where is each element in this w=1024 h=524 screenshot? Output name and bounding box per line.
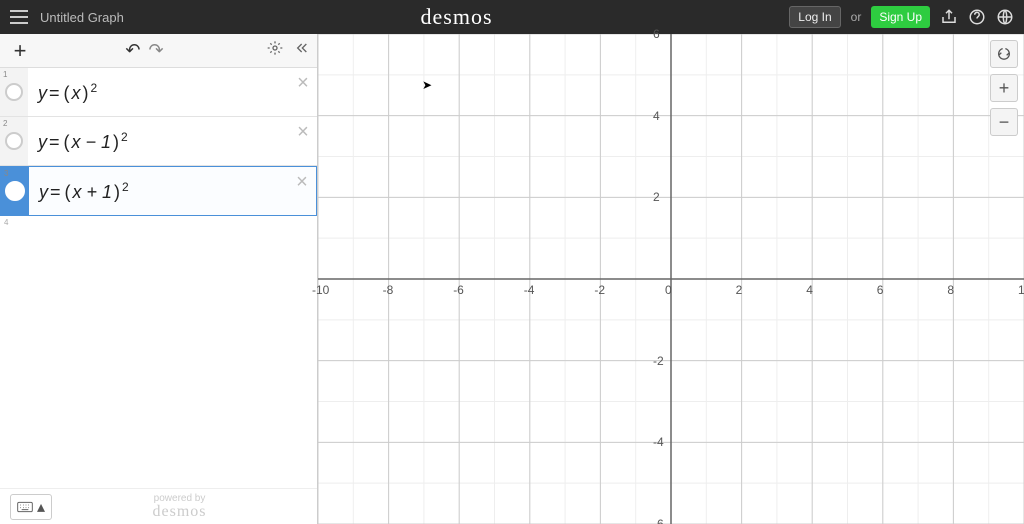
- expression-row[interactable]: 2 y=(x − 1)2 ×: [0, 117, 317, 166]
- powered-by: powered by desmos: [52, 494, 307, 520]
- y-tick-label: 6: [653, 27, 660, 41]
- redo-button[interactable]: ↷: [149, 40, 164, 61]
- y-tick-label: 4: [653, 109, 660, 123]
- graph-settings-button[interactable]: [990, 40, 1018, 68]
- x-tick-label: -2: [594, 283, 605, 297]
- x-tick-label: 6: [877, 283, 884, 297]
- x-tick-label: -4: [524, 283, 535, 297]
- x-tick-label: 4: [806, 283, 813, 297]
- expression-input[interactable]: y=(x)2: [28, 81, 289, 104]
- x-tick-label: -10: [312, 283, 329, 297]
- y-tick-label: -2: [653, 354, 664, 368]
- y-tick-label: -4: [653, 435, 664, 449]
- app-header: Untitled Graph desmos Log In or Sign Up: [0, 0, 1024, 34]
- expression-row[interactable]: 1 y=(x)2 ×: [0, 68, 317, 117]
- delete-expression-icon[interactable]: ×: [288, 171, 316, 194]
- zoom-in-button[interactable]: +: [990, 74, 1018, 102]
- signup-button[interactable]: Sign Up: [871, 6, 930, 28]
- expression-panel: + ↶ ↷ 1 y=(x)2 × 2: [0, 34, 318, 524]
- x-tick-label: 8: [947, 283, 954, 297]
- language-icon[interactable]: [996, 8, 1014, 26]
- keyboard-toggle-button[interactable]: ▴: [10, 494, 52, 520]
- row-index: 4: [0, 216, 317, 229]
- collapse-panel-icon[interactable]: [293, 40, 309, 61]
- main-area: + ↶ ↷ 1 y=(x)2 × 2: [0, 34, 1024, 524]
- x-tick-label: 0: [665, 283, 672, 297]
- visibility-toggle-icon[interactable]: [5, 132, 23, 150]
- x-tick-label: 10: [1018, 283, 1024, 297]
- or-text: or: [851, 10, 862, 24]
- settings-icon[interactable]: [267, 40, 283, 61]
- x-tick-label: -8: [383, 283, 394, 297]
- undo-button[interactable]: ↶: [125, 40, 140, 61]
- graph-title[interactable]: Untitled Graph: [40, 10, 124, 25]
- visibility-toggle-icon[interactable]: [5, 83, 23, 101]
- share-icon[interactable]: [940, 8, 958, 26]
- x-tick-label: 2: [736, 283, 743, 297]
- expression-input[interactable]: y=(x − 1)2: [28, 130, 289, 153]
- add-expression-button[interactable]: +: [8, 38, 32, 64]
- expression-row[interactable]: 3 y=(x + 1)2 ×: [0, 166, 317, 216]
- y-tick-label: 2: [653, 190, 660, 204]
- delete-expression-icon[interactable]: ×: [289, 121, 317, 144]
- zoom-out-button[interactable]: −: [990, 108, 1018, 136]
- y-tick-label: -6: [653, 517, 664, 524]
- row-index: 2: [3, 119, 7, 128]
- hamburger-menu-icon[interactable]: [10, 10, 28, 24]
- row-index: 1: [3, 70, 7, 79]
- chevron-up-icon: ▴: [37, 497, 45, 517]
- grid-canvas: [318, 34, 1024, 524]
- visibility-toggle-icon[interactable]: [5, 181, 25, 201]
- row-index: 3: [4, 169, 8, 178]
- login-button[interactable]: Log In: [789, 6, 840, 28]
- expression-toolbar: + ↶ ↷: [0, 34, 317, 68]
- graph-area[interactable]: 0246810-10-8-6-4-2246-6-4-2 ➤ + −: [318, 34, 1024, 524]
- expression-list: 1 y=(x)2 × 2 y=(x − 1)2 × 3 y=(x + 1)2: [0, 68, 317, 488]
- help-icon[interactable]: [968, 8, 986, 26]
- graph-controls: + −: [990, 40, 1018, 136]
- x-tick-label: -6: [453, 283, 464, 297]
- delete-expression-icon[interactable]: ×: [289, 72, 317, 95]
- sidebar-footer: ▴ powered by desmos: [0, 488, 317, 524]
- expression-input[interactable]: y=(x + 1)2: [29, 180, 288, 203]
- desmos-logo: desmos: [421, 4, 493, 30]
